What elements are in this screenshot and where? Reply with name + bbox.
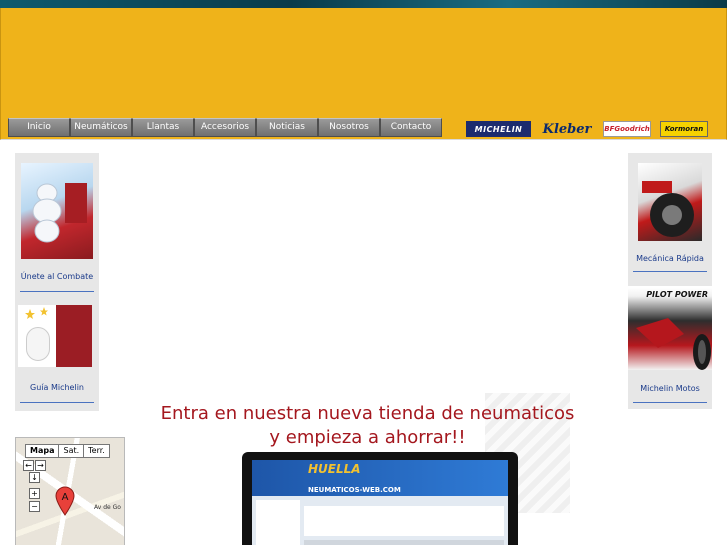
main-nav: Inicio Neumáticos Llantas Accesorios Not… bbox=[8, 118, 442, 137]
store-monitor-image[interactable]: HUELLA NEUMATICOS-WEB.COM bbox=[242, 452, 518, 545]
brand-logos: MICHELIN Kleber BFGoodrich Kormoran bbox=[466, 121, 708, 137]
promo-guia: Guía Michelin bbox=[15, 299, 99, 411]
top-strip bbox=[0, 0, 727, 8]
pan-right-icon[interactable]: → bbox=[35, 460, 46, 471]
nav-accesorios[interactable]: Accesorios bbox=[194, 118, 256, 137]
guia-image[interactable] bbox=[18, 305, 92, 367]
michelin-man-icon bbox=[26, 327, 50, 361]
map-marker-icon[interactable]: A bbox=[55, 486, 75, 516]
combate-image[interactable] bbox=[21, 163, 93, 259]
promo-mecanica: Mecánica Rápida bbox=[628, 153, 712, 286]
promo-line-2: y empieza a ahorrar!! bbox=[269, 427, 466, 448]
store-url: NEUMATICOS-WEB.COM bbox=[308, 486, 401, 494]
divider bbox=[633, 271, 707, 272]
nav-inicio[interactable]: Inicio bbox=[8, 118, 70, 137]
mecanica-image[interactable] bbox=[638, 163, 702, 241]
kleber-logo[interactable]: Kleber bbox=[540, 121, 594, 137]
map-tab-terr[interactable]: Terr. bbox=[83, 444, 110, 458]
bfgoodrich-logo[interactable]: BFGoodrich bbox=[603, 121, 651, 137]
svg-text:A: A bbox=[62, 492, 69, 503]
promo-headline[interactable]: Entra en nuestra nueva tienda de neumati… bbox=[155, 402, 580, 450]
divider bbox=[20, 402, 94, 403]
divider bbox=[633, 402, 707, 403]
location-map[interactable]: Mapa Sat. Terr. ← → ↓ + − A Av de Go bbox=[15, 437, 125, 545]
store-sidebar bbox=[256, 500, 300, 545]
pan-left-icon[interactable]: ← bbox=[23, 460, 34, 471]
map-type-tabs: Mapa Sat. Terr. bbox=[25, 444, 110, 458]
zoom-in-icon[interactable]: + bbox=[29, 488, 40, 499]
michelin-logo[interactable]: MICHELIN bbox=[466, 121, 531, 137]
nav-nosotros[interactable]: Nosotros bbox=[318, 118, 380, 137]
promo-combate: Únete al Combate bbox=[15, 153, 99, 299]
guia-caption[interactable]: Guía Michelin bbox=[15, 383, 99, 392]
map-tab-mapa[interactable]: Mapa bbox=[25, 444, 60, 458]
store-content-row bbox=[304, 540, 504, 545]
nav-neumaticos[interactable]: Neumáticos bbox=[70, 118, 132, 137]
divider bbox=[20, 291, 94, 292]
nav-contacto[interactable]: Contacto bbox=[380, 118, 442, 137]
mecanica-caption[interactable]: Mecánica Rápida bbox=[628, 254, 712, 263]
monitor-screen: HUELLA NEUMATICOS-WEB.COM bbox=[252, 460, 508, 545]
motos-image[interactable]: PILOT POWER bbox=[628, 288, 712, 370]
store-content bbox=[304, 506, 504, 536]
motos-caption[interactable]: Michelin Motos bbox=[628, 384, 712, 393]
map-tab-sat[interactable]: Sat. bbox=[58, 444, 85, 458]
store-title: HUELLA bbox=[308, 462, 361, 476]
combate-caption[interactable]: Únete al Combate bbox=[15, 272, 99, 281]
pan-down-icon[interactable]: ↓ bbox=[29, 472, 40, 483]
promo-motos: PILOT POWER Michelin Motos bbox=[628, 288, 712, 409]
kormoran-logo[interactable]: Kormoran bbox=[660, 121, 708, 137]
promo-line-1: Entra en nuestra nueva tienda de neumati… bbox=[160, 403, 575, 424]
nav-noticias[interactable]: Noticias bbox=[256, 118, 318, 137]
map-road-label: Av de Go bbox=[94, 504, 121, 511]
zoom-out-icon[interactable]: − bbox=[29, 501, 40, 512]
nav-llantas[interactable]: Llantas bbox=[132, 118, 194, 137]
